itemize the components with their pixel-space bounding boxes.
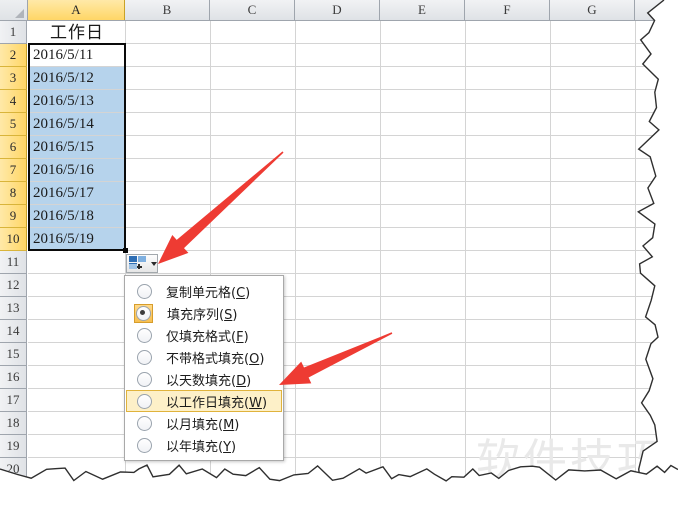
radio-button-checked[interactable] <box>136 305 151 321</box>
column-header-label: D <box>332 2 342 17</box>
menu-item-label: 复制单元格(C) <box>166 285 251 301</box>
radio-button[interactable] <box>137 283 152 299</box>
row-header-label: 13 <box>6 300 20 315</box>
column-header-row: ABCDEFG <box>0 0 678 21</box>
radio-button[interactable] <box>137 415 152 431</box>
column-header-b[interactable]: B <box>125 0 210 20</box>
auto-fill-options-menu[interactable]: 复制单元格(C) 填充序列(S) 仅填充格式(F) 不带格式填充(O) 以天数填充(D)… <box>124 275 284 461</box>
menu-item-label: 以月填充(M) <box>166 417 240 433</box>
fill-handle[interactable] <box>123 248 128 253</box>
radio-selected-highlight <box>134 303 153 323</box>
row-header-label: 16 <box>6 369 20 384</box>
radio-button[interactable] <box>137 349 152 365</box>
row-header-1[interactable]: 1 <box>0 21 27 44</box>
cell-a4[interactable]: 2016/5/13 <box>29 90 125 112</box>
column-header-label: A <box>71 2 81 17</box>
row-header-7[interactable]: 7 <box>0 159 27 182</box>
row-header-label: 15 <box>6 346 20 361</box>
menu-item-3[interactable]: 仅填充格式(F) <box>126 324 282 346</box>
cell-a8[interactable]: 2016/5/17 <box>29 182 125 204</box>
auto-fill-options-icon <box>129 256 146 271</box>
cell-a10[interactable]: 2016/5/19 <box>29 228 125 250</box>
menu-item-8[interactable]: 以年填充(Y) <box>126 434 282 456</box>
column-header-label: F <box>503 2 511 17</box>
row-header-label: 12 <box>6 277 20 292</box>
row-header-label: 9 <box>9 208 17 223</box>
cell-a1[interactable]: 工作日 <box>29 21 125 43</box>
row-header-label: 19 <box>6 438 20 453</box>
column-header-e[interactable]: E <box>380 0 465 20</box>
row-header-6[interactable]: 6 <box>0 136 27 159</box>
row-header-3[interactable]: 3 <box>0 67 27 90</box>
gridline-vertical <box>465 21 466 511</box>
row-header-label: 14 <box>6 323 20 338</box>
row-header-label: 5 <box>9 116 17 131</box>
menu-item-5[interactable]: 以天数填充(D) <box>126 368 282 390</box>
row-header-label: 11 <box>6 254 20 269</box>
row-header-8[interactable]: 8 <box>0 182 27 205</box>
row-header-2[interactable]: 2 <box>0 44 27 67</box>
menu-item-label: 填充序列(S) <box>167 307 238 323</box>
row-header-12[interactable]: 12 <box>0 274 27 297</box>
row-header-18[interactable]: 18 <box>0 412 27 435</box>
row-header-4[interactable]: 4 <box>0 90 27 113</box>
excel-window: ABCDEFG 1 2 3 4 5 6 7 8 9 10 11 12 13 14 15 16 17 18 19 20 … <box>0 0 678 511</box>
row-header-label: 8 <box>9 185 17 200</box>
radio-dot-icon <box>140 309 145 315</box>
chevron-down-icon <box>151 261 157 266</box>
gridline-vertical <box>295 21 296 511</box>
menu-item-label: 不带格式填充(O) <box>166 351 265 367</box>
row-header-11[interactable]: 11 <box>0 251 27 274</box>
menu-item-label: 以天数填充(D) <box>166 373 252 389</box>
row-header-label: 7 <box>9 162 17 177</box>
cell-a7[interactable]: 2016/5/16 <box>29 159 125 181</box>
column-header-f[interactable]: F <box>465 0 550 20</box>
column-header-label: E <box>418 2 426 17</box>
menu-item-2[interactable]: 填充序列(S) <box>126 302 282 324</box>
row-header-13[interactable]: 13 <box>0 297 27 320</box>
row-header-9[interactable]: 9 <box>0 205 27 228</box>
torn-edge-bottom <box>0 464 678 511</box>
cell-a5[interactable]: 2016/5/14 <box>29 113 125 135</box>
menu-item-7[interactable]: 以月填充(M) <box>126 412 282 434</box>
row-header-label: 3 <box>9 70 17 85</box>
radio-button[interactable] <box>137 327 152 343</box>
row-header-label: 18 <box>6 415 20 430</box>
radio-button[interactable] <box>137 371 152 387</box>
menu-item-label: 仅填充格式(F) <box>166 329 249 345</box>
row-header-15[interactable]: 15 <box>0 343 27 366</box>
row-header-label: 6 <box>9 139 17 154</box>
cell-a3[interactable]: 2016/5/12 <box>29 67 125 89</box>
row-header-label: 2 <box>9 47 17 62</box>
torn-edge-right <box>636 0 678 511</box>
column-header-label: C <box>247 2 257 17</box>
cell-a6[interactable]: 2016/5/15 <box>29 136 125 158</box>
row-header-16[interactable]: 16 <box>0 366 27 389</box>
row-header-label: 1 <box>9 24 17 39</box>
menu-item-6[interactable]: 以工作日填充(W) <box>126 390 282 412</box>
row-header-label: 10 <box>6 231 20 246</box>
auto-fill-options-button[interactable] <box>126 254 158 273</box>
gridline-vertical <box>380 21 381 511</box>
select-all-corner[interactable] <box>0 0 28 20</box>
cell-a9[interactable]: 2016/5/18 <box>29 205 125 227</box>
row-header-17[interactable]: 17 <box>0 389 27 412</box>
column-header-d[interactable]: D <box>295 0 380 20</box>
cell-a2[interactable]: 2016/5/11 <box>29 44 125 66</box>
column-header-label: B <box>162 2 172 17</box>
row-header-label: 17 <box>6 392 20 407</box>
menu-item-4[interactable]: 不带格式填充(O) <box>126 346 282 368</box>
radio-button[interactable] <box>137 393 152 409</box>
row-header-10[interactable]: 10 <box>0 228 27 251</box>
menu-item-1[interactable]: 复制单元格(C) <box>126 280 282 302</box>
column-header-a[interactable]: A <box>28 0 125 20</box>
menu-item-label: 以工作日填充(W) <box>166 395 268 411</box>
row-header-label: 4 <box>9 93 17 108</box>
menu-item-label: 以年填充(Y) <box>166 439 237 455</box>
row-header-5[interactable]: 5 <box>0 113 27 136</box>
radio-button[interactable] <box>137 437 152 453</box>
column-header-c[interactable]: C <box>210 0 295 20</box>
row-header-14[interactable]: 14 <box>0 320 27 343</box>
